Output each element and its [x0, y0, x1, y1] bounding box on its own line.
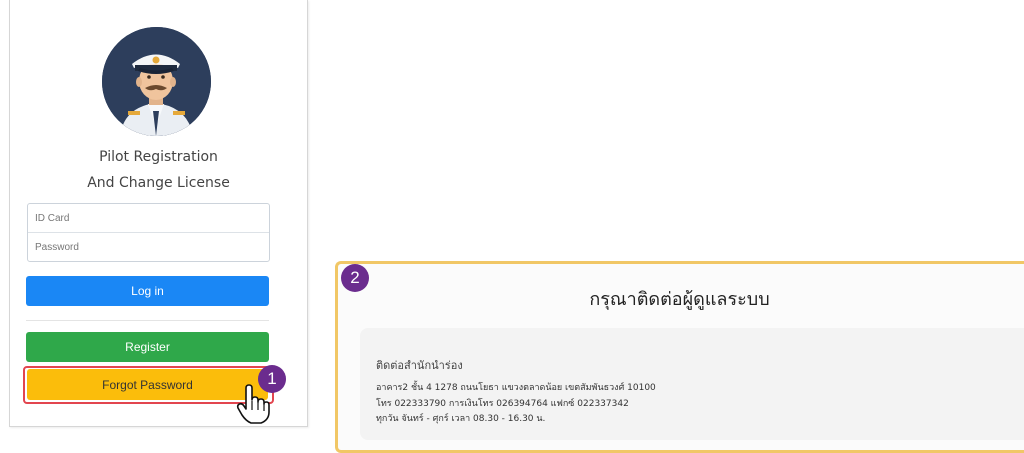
forgot-password-button[interactable]: Forgot Password	[27, 369, 268, 400]
id-card-input[interactable]	[28, 204, 269, 232]
pilot-avatar	[102, 27, 211, 136]
contact-title: กรุณาติดต่อผู้ดูแลระบบ	[589, 289, 770, 310]
hand-pointer-icon	[236, 384, 270, 424]
page-title-line-1: Pilot Registration	[99, 149, 218, 165]
contact-heading: ติดต่อสำนักนำร่อง	[376, 359, 463, 372]
login-button[interactable]: Log in	[26, 276, 269, 306]
divider-line	[26, 320, 269, 321]
contact-hours: ทุกวัน จันทร์ - ศุกร์ เวลา 08.30 - 16.30…	[376, 414, 546, 424]
login-form-fields	[27, 203, 270, 262]
contact-phone: โทร 022333790 การเงินโทร 026394764 แฟกซ์…	[376, 399, 629, 409]
register-button[interactable]: Register	[26, 332, 269, 362]
contact-address: อาคาร2 ชั้น 4 1278 ถนนโยธา แขวงตลาดน้อย …	[376, 383, 656, 393]
page-title-line-2: And Change License	[87, 175, 230, 191]
password-input[interactable]	[28, 233, 269, 261]
